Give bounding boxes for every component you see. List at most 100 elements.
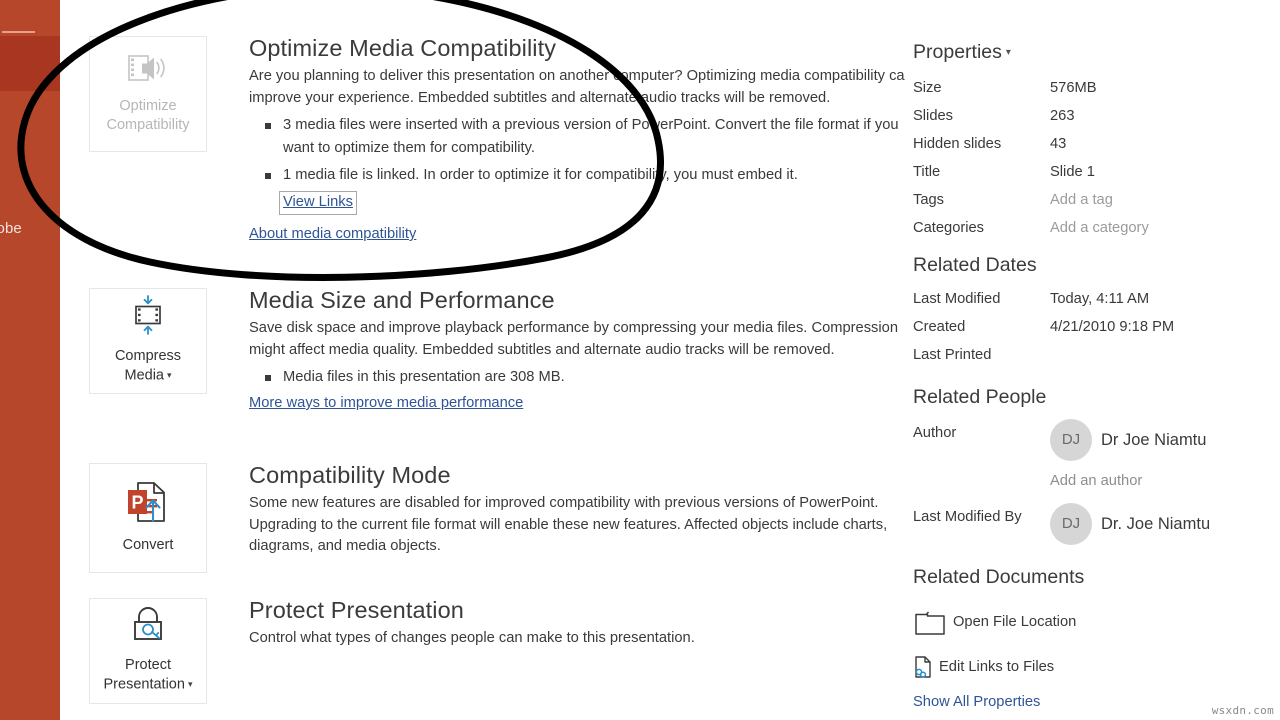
chevron-down-icon[interactable]: ▾ [1006,47,1011,58]
compress-media-icon [127,294,169,341]
property-row-tags: Tags Add a tag [913,186,1273,214]
compatibility-mode-body: Compatibility Mode Some new features are… [249,461,914,558]
properties-rows: Size 576MB Slides 263 Hidden slides 43 T… [913,74,1273,242]
more-ways-to-improve-media-performance-link[interactable]: More ways to improve media performance [249,393,523,414]
section-bullet-list: Media files in this presentation are 308… [249,366,909,389]
edit-links-to-files-label: Edit Links to Files [939,659,1055,675]
add-an-author-input[interactable]: Add an author [1050,473,1278,489]
property-row-title: Title Slide 1 [913,158,1273,186]
properties-heading-label: Properties [913,41,1002,63]
about-media-compatibility-link[interactable]: About media compatibility [249,224,416,245]
property-key: Size [913,79,942,96]
related-dates-group: Related Dates Last Modified Today, 4:11 … [913,253,1273,369]
convert-button[interactable]: P Convert [89,463,207,573]
date-key: Last Printed [913,347,992,363]
optimize-media-compatibility-body: Optimize Media Compatibility Are you pla… [249,34,929,245]
property-value[interactable]: 576MB [1050,74,1097,102]
optimize-compatibility-label-line1: Optimize [119,97,177,114]
section-description: Are you planning to deliver this present… [249,68,913,106]
protect-presentation-label-line1: Protect [125,657,171,674]
media-speaker-icon [126,52,170,91]
show-all-properties-link[interactable]: Show All Properties [913,692,1040,713]
chevron-down-icon[interactable]: ▾ [167,366,172,385]
section-description: Control what types of changes people can… [249,630,695,646]
protect-presentation-button[interactable]: Protect Presentation ▾ [89,598,207,704]
section-description: Save disk space and improve playback per… [249,320,898,358]
property-row-categories: Categories Add a category [913,214,1273,242]
date-value: 4/21/2010 9:18 PM [1050,319,1175,335]
date-value: Today, 4:11 AM [1050,291,1150,307]
date-row-last-printed: Last Printed [913,341,1273,369]
property-key: Tags [913,191,945,208]
property-value[interactable]: 263 [1050,102,1075,130]
bullet-item: 3 media files were inserted with a previ… [249,114,929,160]
date-key: Last Modified [913,291,1001,307]
last-modified-by-name[interactable]: Dr. Joe Niamtu [1101,510,1210,538]
property-key: Categories [913,219,985,236]
date-row-created: Created 4/21/2010 9:18 PM [913,313,1273,341]
backstage-navigation-rail[interactable]: Adobe [0,0,60,720]
property-key: Slides [913,107,954,124]
edit-links-to-files-link[interactable]: Edit Links to Files [913,655,1273,679]
tags-input[interactable]: Add a tag [1050,186,1113,214]
property-key: Hidden slides [913,135,1002,152]
compress-media-button[interactable]: Compress Media ▾ [89,288,207,394]
property-key: Title [913,163,941,180]
optimize-compatibility-button[interactable]: Optimize Compatibility [89,36,207,152]
section-title: Compatibility Mode [249,462,451,488]
open-file-location-label: Open File Location [953,614,1077,630]
section-title: Protect Presentation [249,597,464,623]
last-modified-by-row: Last Modified By DJ Dr. Joe Niamtu [913,503,1278,545]
last-modified-by-key: Last Modified By [913,509,1022,525]
avatar: DJ [1050,503,1092,545]
related-dates-heading: Related Dates [913,254,1037,276]
media-size-and-performance-body: Media Size and Performance Save disk spa… [249,286,909,414]
compress-media-label-line2: Media ▾ [124,366,172,385]
properties-heading[interactable]: Properties ▾ [913,40,1273,65]
properties-group: Properties ▾ Size 576MB Slides 263 Hidden… [913,40,1273,242]
avatar: DJ [1050,419,1092,461]
author-key: Author [913,425,957,441]
properties-pane: Properties ▾ Size 576MB Slides 263 Hidden… [905,0,1280,720]
property-row-slides: Slides 263 [913,102,1273,130]
property-row-size: Size 576MB [913,74,1273,102]
rail-item-label[interactable]: Adobe [0,220,63,237]
related-dates-rows: Last Modified Today, 4:11 AM Created 4/2… [913,285,1273,369]
property-value[interactable]: Slide 1 [1050,158,1095,186]
bullet-item: Media files in this presentation are 308… [249,366,909,389]
date-row-last-modified: Last Modified Today, 4:11 AM [913,285,1273,313]
property-value[interactable]: 43 [1050,130,1066,158]
date-key: Created [913,319,966,335]
author-row: Author DJ Dr Joe Niamtu [913,419,1278,461]
section-title: Media Size and Performance [249,287,555,313]
chevron-down-icon[interactable]: ▾ [188,675,193,694]
rail-selected-band[interactable] [0,36,60,91]
protect-presentation-label-line2: Presentation ▾ [103,675,193,694]
convert-label: Convert [122,537,174,553]
info-main-column: Optimize Compatibility Optimize Media Co… [60,0,913,720]
related-documents-heading: Related Documents [913,566,1085,588]
property-row-hidden-slides: Hidden slides 43 [913,130,1273,158]
watermark: wsxdn.com [1211,704,1274,717]
powerpoint-info-backstage: Adobe [0,0,1280,720]
protect-presentation-body: Protect Presentation Control what types … [249,596,849,650]
author-name[interactable]: Dr Joe Niamtu [1101,426,1206,454]
open-file-location-link[interactable]: Open File Location [913,607,1273,637]
related-people-group: Related People Author DJ Dr Joe Niamtu A… [913,385,1278,545]
section-title: Optimize Media Compatibility [249,35,557,61]
convert-file-icon: P [124,479,172,530]
document-link-icon [913,655,933,679]
section-bullet-list: 3 media files were inserted with a previ… [249,114,929,187]
folder-icon [913,607,947,637]
svg-text:P: P [131,493,143,513]
section-description: Some new features are disabled for impro… [249,495,888,554]
related-people-heading: Related People [913,386,1047,408]
categories-input[interactable]: Add a category [1050,214,1149,242]
compress-media-label-line1: Compress [114,348,182,365]
rail-divider [2,31,35,33]
view-links-link[interactable]: View Links [279,191,357,215]
lock-key-icon [125,605,171,650]
bullet-item: 1 media file is linked. In order to opti… [249,164,929,187]
related-documents-group: Related Documents Open File Location Edi… [913,565,1273,713]
optimize-compatibility-label-line2: Compatibility [106,116,190,133]
